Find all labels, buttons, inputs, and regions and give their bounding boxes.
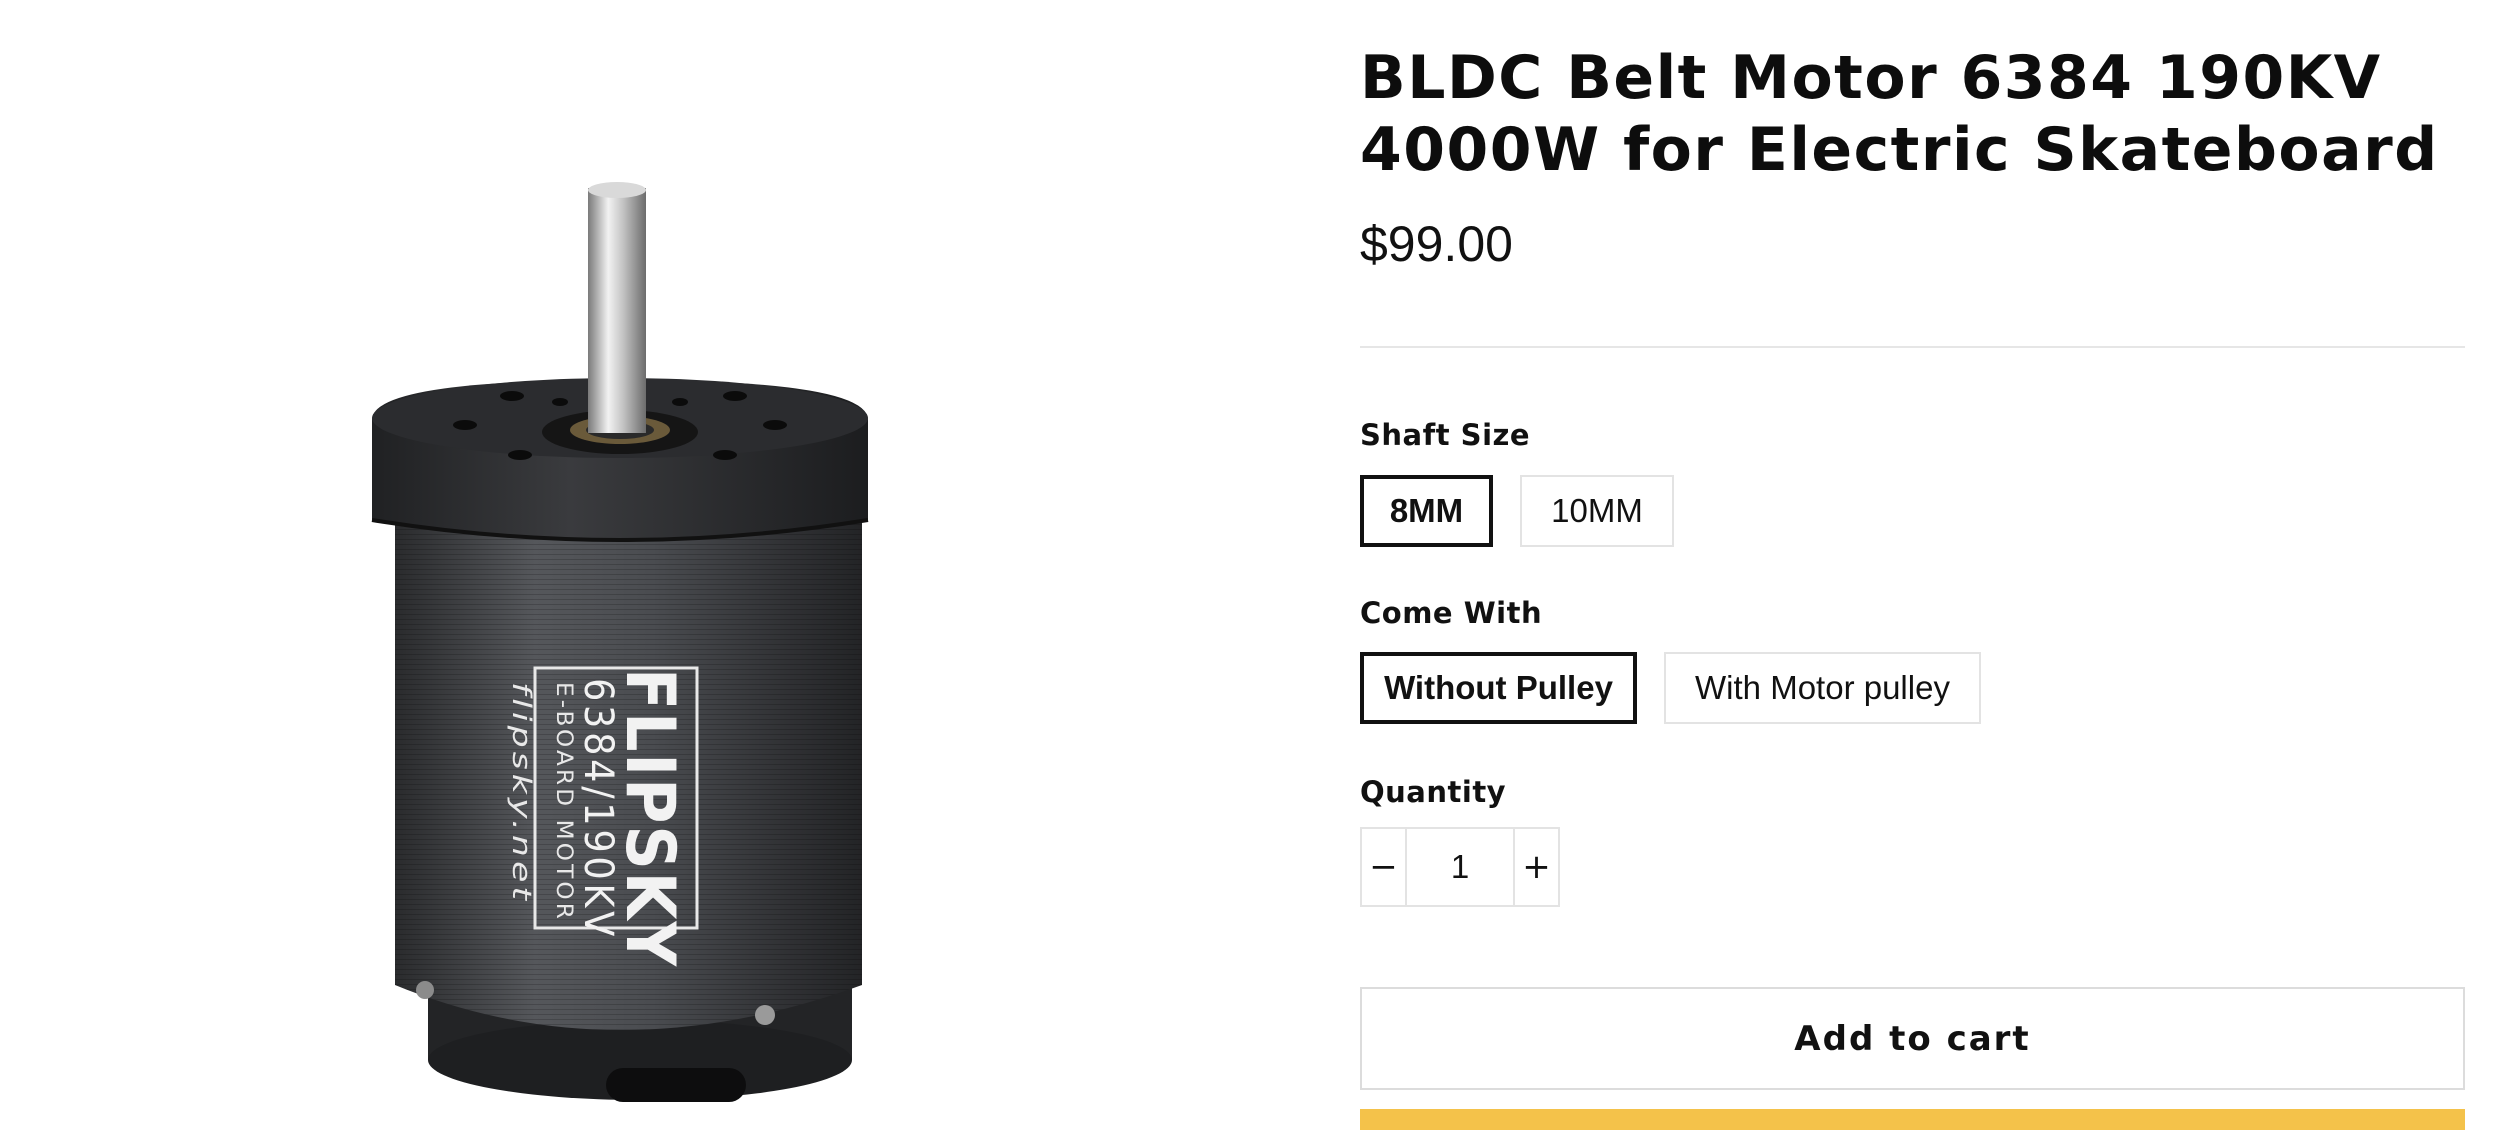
without-pulley-option[interactable]: Without Pulley xyxy=(1360,652,1637,724)
product-title: BLDC Belt Motor 6384 190KV 4000W for Ele… xyxy=(1360,43,2439,185)
quantity-input[interactable]: 1 xyxy=(1405,829,1515,905)
quantity-label: Quantity xyxy=(1360,775,1507,809)
come-with-label: Come With xyxy=(1360,596,1543,630)
motor-subtitle-text: E-BOARD MOTOR xyxy=(551,682,576,922)
shaft-size-10mm-option[interactable]: 10MM xyxy=(1520,475,1674,547)
quantity-stepper: − 1 + xyxy=(1360,827,1560,907)
buy-now-button[interactable] xyxy=(1360,1109,2465,1130)
with-motor-pulley-option[interactable]: With Motor pulley xyxy=(1664,652,1981,724)
divider xyxy=(1360,346,2465,348)
product-price: $99.00 xyxy=(1360,216,1513,272)
shaft-size-8mm-option[interactable]: 8MM xyxy=(1360,475,1493,547)
quantity-decrease-button[interactable]: − xyxy=(1362,829,1405,905)
product-media: FLIPSKY 6384/190KV E-BOARD MOTOR flipsky… xyxy=(0,0,1290,1130)
motor-model-text: 6384/190KV xyxy=(575,678,621,940)
add-to-cart-button[interactable]: Add to cart xyxy=(1360,987,2465,1090)
motor-site-text: flipsky.net xyxy=(506,682,536,904)
product-image[interactable]: FLIPSKY 6384/190KV E-BOARD MOTOR flipsky… xyxy=(0,0,1290,1130)
quantity-increase-button[interactable]: + xyxy=(1515,829,1558,905)
shaft-size-label: Shaft Size xyxy=(1360,418,1531,452)
